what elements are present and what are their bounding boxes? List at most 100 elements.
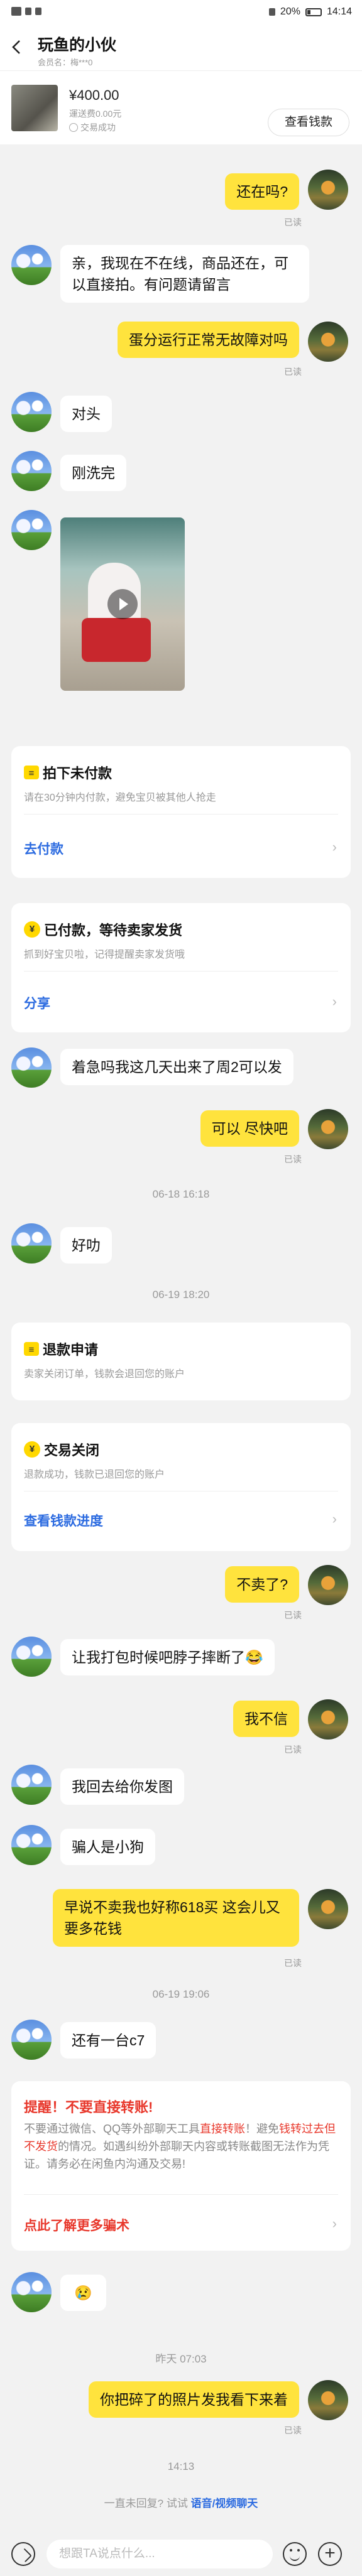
view-payment-button[interactable]: 查看钱款 [268, 109, 349, 136]
my-avatar[interactable] [308, 1565, 348, 1605]
seller-avatar[interactable] [11, 245, 52, 285]
chevron-right-icon[interactable]: › [332, 839, 337, 855]
seller-avatar[interactable] [11, 2020, 52, 2060]
refund-card: ≡ 退款申请 卖家关闭订单，钱款会退回您的账户 [11, 1323, 351, 1400]
chevron-right-icon[interactable]: › [332, 2216, 337, 2232]
card-subtitle: 抓到好宝贝啦，记得提醒卖家发货哦 [24, 950, 185, 960]
warning-text: ！避免 [245, 2123, 280, 2135]
chevron-right-icon[interactable]: › [332, 1511, 337, 1527]
yen-icon: ¥ [24, 921, 40, 938]
seller-avatar[interactable] [11, 392, 52, 432]
pay-link[interactable]: 去付款 [24, 839, 63, 858]
play-icon[interactable] [107, 589, 138, 619]
yen-icon: ¥ [24, 1441, 40, 1458]
my-avatar[interactable] [308, 1109, 348, 1149]
my-avatar[interactable] [308, 1699, 348, 1740]
message-in: 我回去给你发图 [60, 1768, 184, 1805]
warning-text: 不要通过微信、QQ等外部聊天工具 [24, 2123, 200, 2135]
check-circle-icon [69, 123, 78, 132]
card-title-row: 提醒！不要直接转账! [24, 2096, 153, 2116]
learn-scams-link[interactable]: 点此了解更多骗术 [24, 2216, 129, 2234]
read-receipt: 已读 [284, 2425, 302, 2435]
seller-avatar[interactable] [11, 2272, 52, 2312]
scam-warning-card: 提醒！不要直接转账! 不要通过微信、QQ等外部聊天工具直接转账！避免钱转过去但不… [11, 2081, 351, 2251]
read-receipt: 已读 [284, 367, 302, 377]
card-subtitle: 请在30分钟内付款，避免宝贝被其他人抢走 [24, 793, 216, 803]
read-receipt: 已读 [284, 1958, 302, 1968]
message-in: 骗人是小狗 [60, 1829, 155, 1865]
seller-avatar[interactable] [11, 1047, 52, 1088]
read-receipt: 已读 [284, 1154, 302, 1164]
timestamp: 06-19 18:20 [152, 1289, 210, 1301]
message-in: 让我打包时候吧脖子摔断了😂 [60, 1639, 275, 1675]
warning-text-red: 直接转账 [200, 2123, 246, 2135]
video-message[interactable] [60, 517, 185, 691]
card-title-row: ¥ 交易关闭 [24, 1439, 99, 1459]
message-out: 你把碎了的照片发我看下来着 [89, 2381, 299, 2418]
card-title-row: ≡ 拍下未付款 [24, 762, 112, 782]
seller-avatar[interactable] [11, 451, 52, 491]
read-receipt: 已读 [284, 1745, 302, 1755]
chevron-right-icon[interactable]: › [332, 993, 337, 1010]
my-avatar[interactable] [308, 2380, 348, 2420]
message-in: 着急吗我这几天出来了周2可以发 [60, 1049, 293, 1085]
timestamp: 14:13 [167, 2460, 195, 2472]
product-card[interactable]: ¥400.00 運送费0.00元 交易成功 查看钱款 [0, 70, 362, 144]
read-receipt: 已读 [284, 1610, 302, 1620]
voice-icon[interactable] [11, 2542, 35, 2566]
view-refund-progress-link[interactable]: 查看钱款进度 [24, 1511, 103, 1530]
emoji-icon[interactable] [283, 2542, 307, 2566]
message-out: 早说不卖我也好称618买 这会儿又要多花钱 [53, 1889, 299, 1947]
read-receipt: 已读 [284, 217, 302, 227]
seller-avatar[interactable] [11, 510, 52, 550]
timestamp: 06-19 19:06 [152, 1988, 210, 2000]
hint-text: 一直未回复? 试试 [104, 2498, 191, 2509]
closed-card: ¥ 交易关闭 退款成功，钱款已退回您的账户 查看钱款进度 › [11, 1423, 351, 1551]
card-title: 交易关闭 [44, 1442, 100, 1458]
divider [24, 2194, 338, 2195]
message-out: 蛋分运行正常无故障对吗 [118, 322, 299, 358]
status-bar: 20% 14:14 [0, 0, 362, 25]
plus-icon[interactable]: + [318, 2542, 342, 2566]
member-name: 会员名：梅***0 [38, 58, 93, 67]
call-hint: 一直未回复? 试试 语音/视频聊天 [0, 2494, 362, 2510]
warning-text: 的情况。如遇纠纷外部聊天内容或转账截图无法作为凭证。请务必在闲鱼内沟通及交易! [24, 2140, 329, 2170]
product-thumbnail[interactable] [11, 85, 58, 131]
message-out: 可以 尽快吧 [200, 1110, 299, 1147]
video-frame-object [82, 618, 151, 662]
seller-avatar[interactable] [11, 1825, 52, 1865]
my-avatar[interactable] [308, 322, 348, 362]
battery-icon [305, 8, 322, 16]
my-avatar[interactable] [308, 1889, 348, 1929]
timestamp: 06-18 16:18 [152, 1188, 210, 1200]
voice-video-call-link[interactable]: 语音/视频聊天 [191, 2498, 258, 2509]
my-avatar[interactable] [308, 170, 348, 210]
seller-avatar[interactable] [11, 1765, 52, 1805]
deal-status-text: 交易成功 [80, 122, 116, 133]
back-button[interactable] [9, 39, 25, 55]
signal-icon [35, 8, 41, 15]
card-subtitle: 退款成功，钱款已退回您的账户 [24, 1469, 165, 1480]
order-icon: ≡ [24, 766, 39, 779]
warning-title: 提醒！不要直接转账! [24, 2099, 153, 2115]
message-out: 不卖了? [225, 1566, 299, 1603]
card-subtitle: 卖家关闭订单，钱款会退回您的账户 [24, 1369, 185, 1380]
share-link[interactable]: 分享 [24, 993, 50, 1012]
product-price: ¥400.00 [69, 87, 119, 103]
clock: 14:14 [326, 6, 352, 17]
card-title: 拍下未付款 [43, 766, 112, 781]
order-card-paid: ¥ 已付款，等待卖家发货 抓到好宝贝啦，记得提醒卖家发货哦 分享 › [11, 903, 351, 1032]
card-title-row: ≡ 退款申请 [24, 1339, 98, 1359]
message-in: 对头 [60, 396, 112, 432]
chevron-left-icon [12, 40, 20, 54]
battery-level: 20% [280, 6, 300, 17]
message-out: 我不信 [233, 1701, 299, 1737]
card-title: 退款申请 [43, 1342, 99, 1358]
seller-avatar[interactable] [11, 1637, 52, 1677]
message-in: 好叻 [60, 1227, 112, 1264]
warning-body: 不要通过微信、QQ等外部聊天工具直接转账！避免钱转过去但不发货的情况。如遇纠纷外… [24, 2120, 338, 2173]
message-input[interactable] [47, 2540, 273, 2568]
page-title: 玩鱼的小伙 [38, 36, 117, 54]
order-card-unpaid: ≡ 拍下未付款 请在30分钟内付款，避免宝贝被其他人抢走 去付款 › [11, 746, 351, 878]
seller-avatar[interactable] [11, 1223, 52, 1264]
